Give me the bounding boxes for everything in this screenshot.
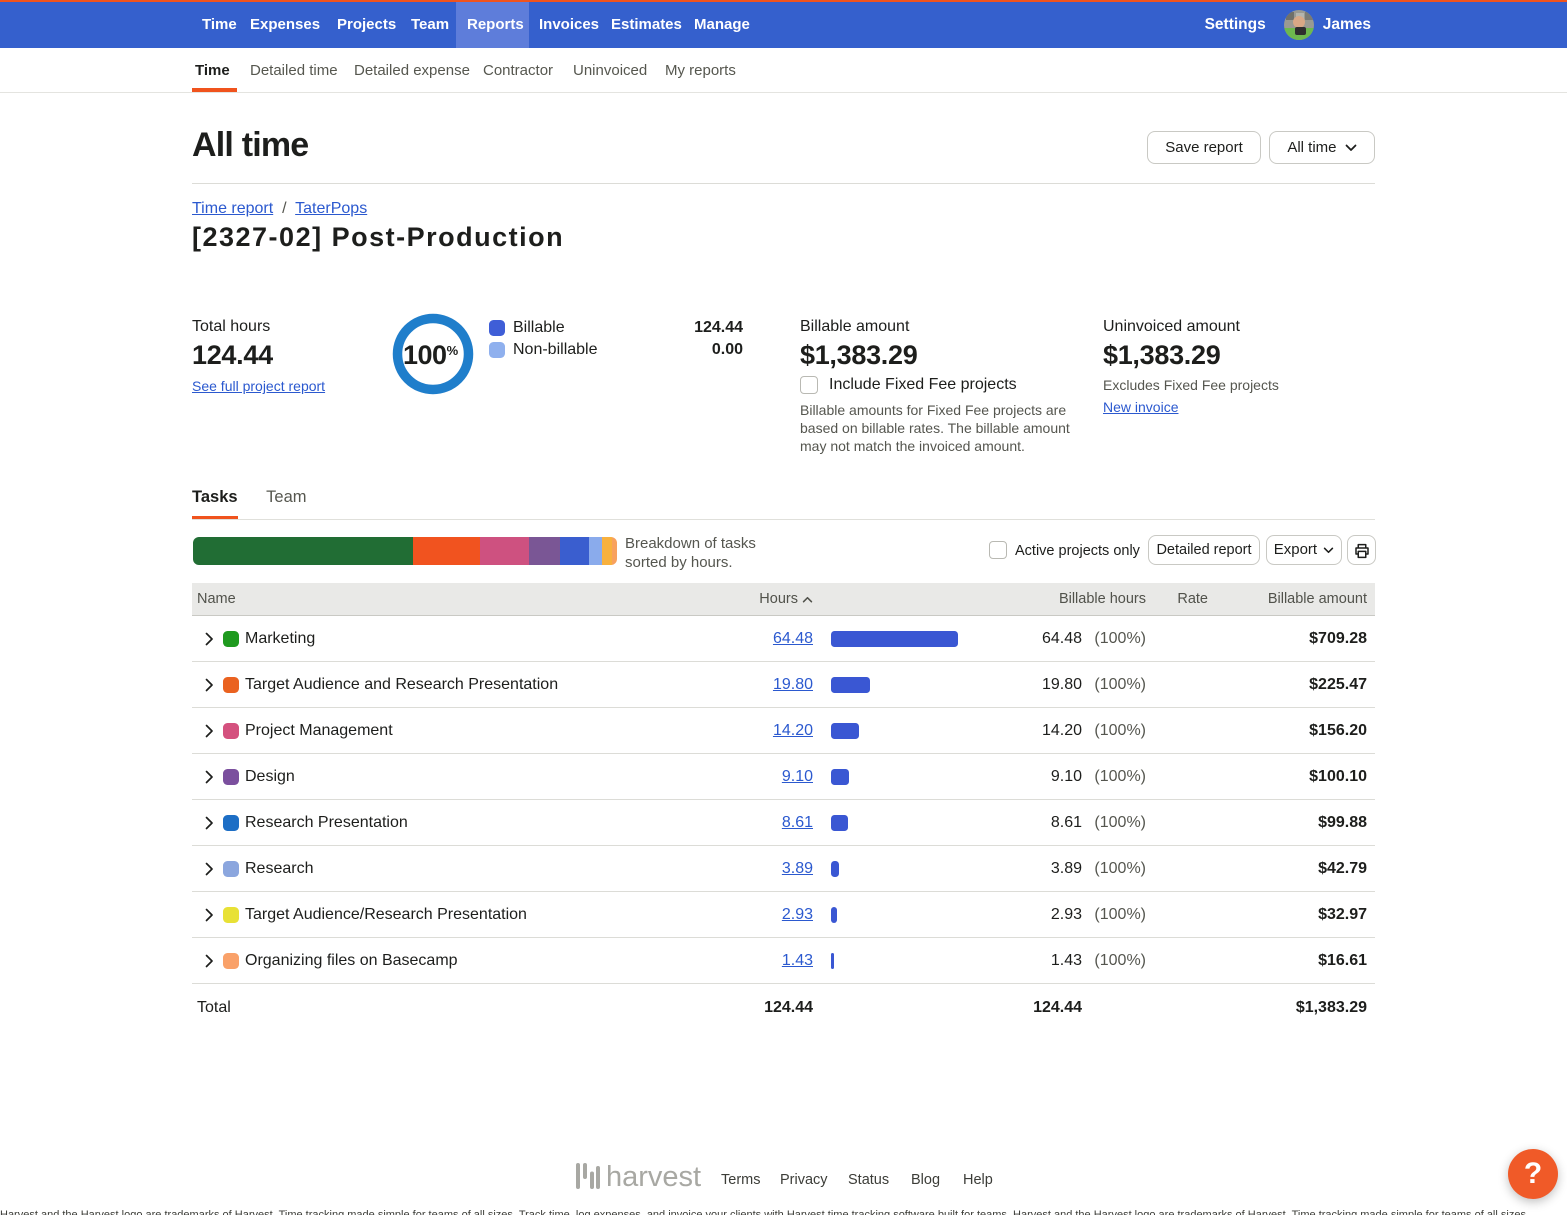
- svg-text:harvest: harvest: [606, 1161, 701, 1193]
